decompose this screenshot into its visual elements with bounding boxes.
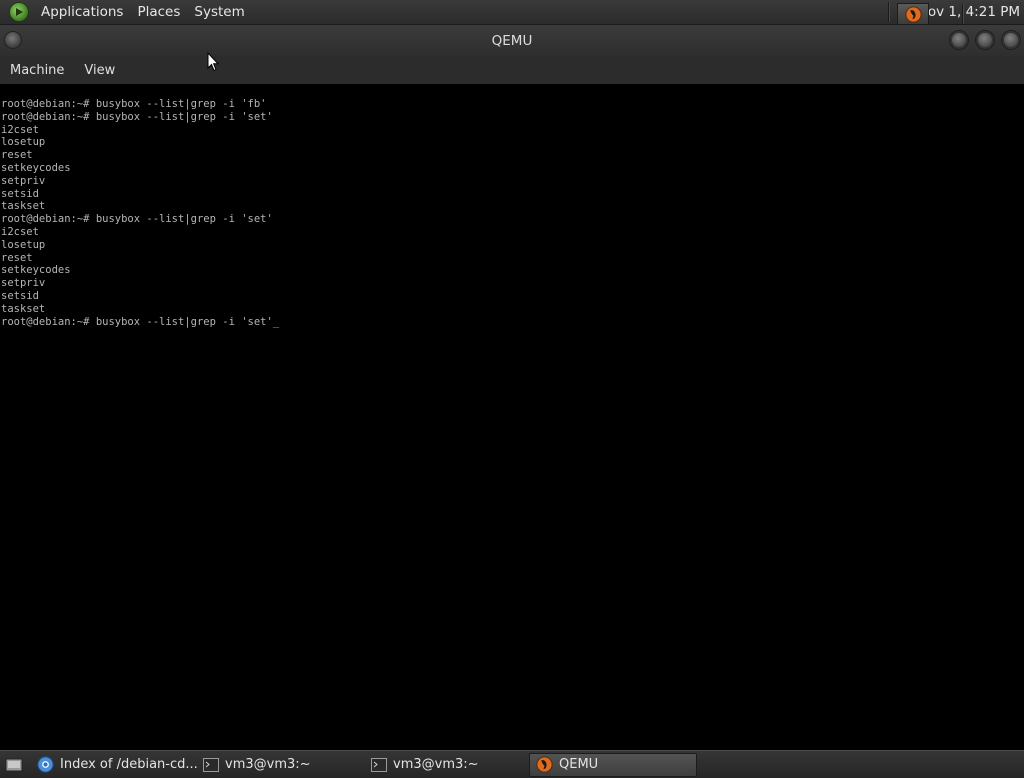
task-label: Index of /debian-cd... [60,757,197,772]
console-line: setkeycodes [1,161,71,174]
play-icon [16,8,23,16]
terminal-icon [203,757,219,772]
task-label: vm3@vm3:~ [393,757,479,772]
console-line: taskset [1,200,46,213]
current-command: root@debian:~# busybox --list|grep -i 's… [1,315,273,328]
maximize-button[interactable] [975,30,995,50]
window-controls [949,30,1021,50]
task-label: vm3@vm3:~ [225,757,311,772]
console-line: setpriv [1,277,46,290]
console-line: root@debian:~# busybox --list|grep -i 's… [1,110,273,123]
show-desktop-button[interactable] [3,755,25,775]
console-line: root@debian:~# busybox --list|grep -i 's… [1,213,273,226]
console-line: taskset [1,302,46,315]
task-terminal-2[interactable]: vm3@vm3:~ [365,753,529,777]
minimize-button[interactable] [949,30,969,50]
task-terminal-1[interactable]: vm3@vm3:~ [197,753,365,777]
close-button[interactable] [1001,30,1021,50]
task-browser[interactable]: Index of /debian-cd... [31,753,197,777]
console-line: reset [1,149,33,162]
console-line: setpriv [1,174,46,187]
browser-icon [37,756,54,773]
console-line: setsid [1,187,39,200]
mouse-pointer-icon [207,52,219,72]
panel-separator [888,2,891,22]
text-cursor: _ [272,315,280,328]
console-line: reset [1,251,33,264]
window-menu-button[interactable] [4,31,22,49]
console-line: losetup [1,238,46,251]
desktop-icon [5,758,23,771]
tray-qemu-applet[interactable] [897,3,929,25]
console-line: root@debian:~# busybox --list|grep -i 'f… [1,98,267,110]
machine-menu[interactable]: Machine [0,63,74,78]
taskbar: Index of /debian-cd... vm3@vm3:~ vm3@vm3… [0,750,1024,778]
qemu-menubar: Machine View [0,56,1024,84]
console-prompt-line: root@debian:~# busybox --list|grep -i 's… [0,316,1024,329]
applications-menu[interactable]: Applications [34,4,130,20]
top-panel: Applications Places System Fri Nov 1, 4:… [0,0,1024,25]
window-title: QEMU [491,32,533,49]
window-titlebar[interactable]: QEMU [0,25,1024,56]
system-menu[interactable]: System [187,4,251,20]
vm-console[interactable]: root@debian:~# busybox --list|grep -i 'f… [0,84,1024,749]
qemu-icon [536,756,553,773]
console-line: setkeycodes [1,264,71,277]
applications-menu-icon[interactable] [9,2,29,22]
panel-separator [962,4,964,24]
qemu-icon [904,5,922,23]
view-menu[interactable]: View [74,63,125,78]
task-label: QEMU [559,757,599,772]
console-line: i2cset [1,225,39,238]
places-menu[interactable]: Places [130,4,187,20]
console-line: i2cset [1,123,39,136]
task-qemu[interactable]: QEMU [529,752,697,777]
console-line: setsid [1,289,39,302]
console-line: losetup [1,136,46,149]
terminal-icon [371,757,387,772]
